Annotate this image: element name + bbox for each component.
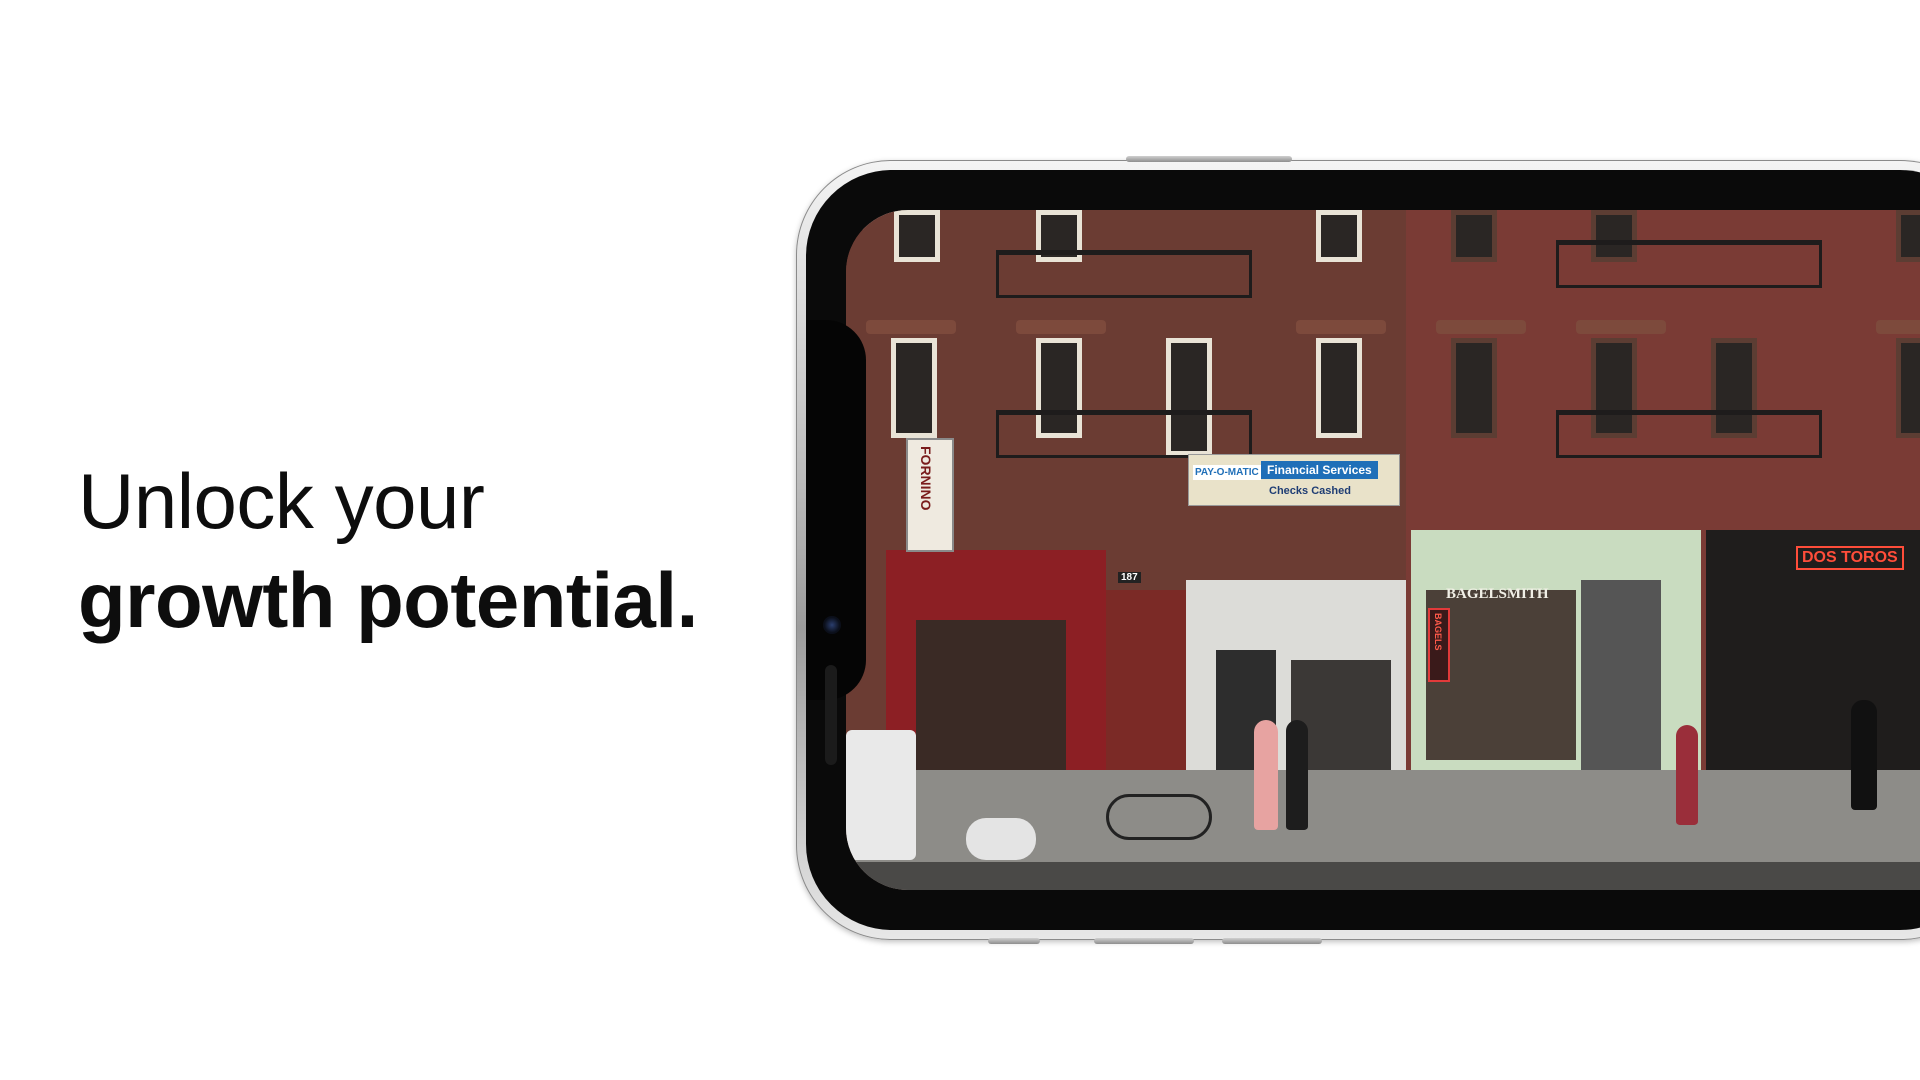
phone-volume-up-button	[1094, 938, 1194, 944]
cornice	[1876, 320, 1920, 334]
payomatic-sign: PAY-O-MATIC Financial Services Checks Ca…	[1188, 454, 1400, 506]
speaker-icon	[825, 665, 837, 765]
cornice	[1436, 320, 1526, 334]
phone-notch	[806, 320, 866, 765]
pedestrian	[1851, 700, 1877, 810]
dos-toros-sign: DOS TOROS	[1796, 546, 1904, 570]
pedestrian	[1286, 720, 1308, 830]
bagels-neon-text: BAGELS	[1433, 613, 1443, 651]
window	[1896, 338, 1920, 438]
building-number: 187	[1118, 572, 1141, 583]
phone-screen-image: FORNINO 187 PAY-O-MATIC Financial Servic…	[846, 210, 1920, 890]
white-van	[846, 730, 916, 860]
payomatic-logo: PAY-O-MATIC	[1193, 465, 1261, 480]
phone-bezel: FORNINO 187 PAY-O-MATIC Financial Servic…	[806, 170, 1920, 930]
fire-escape	[1556, 410, 1822, 458]
window	[1316, 338, 1362, 438]
bagelsmith-sign-text: BAGELSMITH	[1446, 586, 1549, 602]
fornino-sign-text: FORNINO	[918, 446, 934, 511]
window	[894, 210, 940, 262]
window	[1316, 210, 1362, 262]
bicycle	[1106, 794, 1212, 840]
fire-escape	[996, 410, 1252, 458]
phone-volume-button	[988, 938, 1040, 944]
building-number-text: 187	[1121, 572, 1138, 583]
financial-services-text: Financial Services	[1261, 461, 1378, 479]
window	[1896, 210, 1920, 262]
fire-escape	[996, 250, 1252, 298]
phone-mockup: FORNINO 187 PAY-O-MATIC Financial Servic…	[796, 156, 1920, 944]
trash-bags	[966, 818, 1036, 860]
headline-line-1: Unlock your	[78, 457, 485, 545]
cornice	[1576, 320, 1666, 334]
window	[891, 338, 937, 438]
bagels-neon-sign: BAGELS	[1428, 608, 1450, 682]
cornice	[1296, 320, 1386, 334]
curb	[846, 862, 1920, 890]
storefront-187	[1106, 590, 1186, 790]
fornino-sign: FORNINO	[906, 438, 954, 552]
pedestrian	[1676, 725, 1698, 825]
fire-escape	[1556, 240, 1822, 288]
window	[1451, 338, 1497, 438]
bagelsmith-sign: BAGELSMITH	[1446, 586, 1549, 603]
dos-toros-sign-text: DOS TOROS	[1802, 549, 1898, 566]
window	[1451, 210, 1497, 262]
phone-top-button	[1126, 156, 1292, 162]
camera-icon	[823, 616, 841, 634]
cornice	[1016, 320, 1106, 334]
phone-volume-down-button	[1222, 938, 1322, 944]
headline: Unlock your growth potential.	[78, 452, 698, 650]
headline-line-2: growth potential.	[78, 556, 698, 644]
pedestrian	[1254, 720, 1278, 830]
cornice	[866, 320, 956, 334]
checks-cashed-text: Checks Cashed	[1269, 485, 1351, 497]
storefront-fornino-window	[916, 620, 1066, 770]
